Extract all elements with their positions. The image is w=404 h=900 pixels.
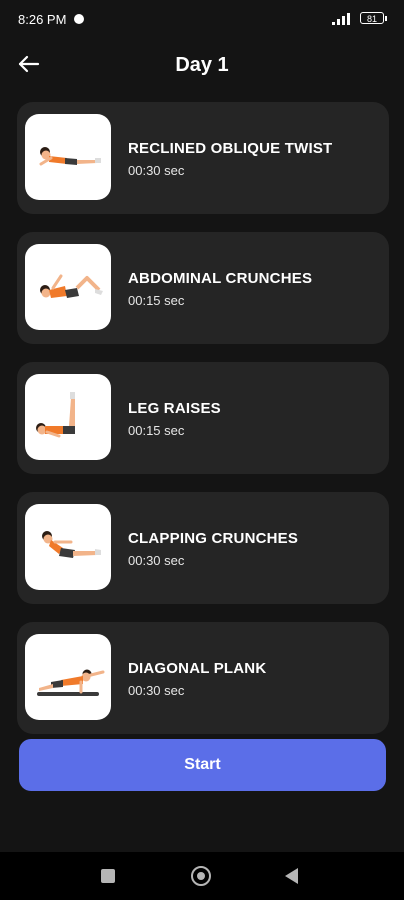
leg-raise-figure-icon: [36, 392, 75, 438]
reclined-twist-figure-icon: [39, 147, 101, 166]
exercise-duration: 00:30 sec: [128, 553, 185, 568]
exercise-thumbnail: [25, 634, 111, 720]
exercise-duration: 00:30 sec: [128, 163, 185, 178]
exercise-name: ABDOMINAL CRUNCHES: [128, 270, 313, 287]
status-time: 8:26 PM: [18, 12, 67, 27]
page-title: Day 1: [175, 54, 229, 76]
exercise-card[interactable]: ABDOMINAL CRUNCHES 00:15 sec: [17, 232, 389, 344]
exercise-card[interactable]: CLAPPING CRUNCHES 00:30 sec: [17, 492, 389, 604]
clapping-crunch-figure-icon: [42, 531, 101, 558]
exercise-name: RECLINED OBLIQUE TWIST: [128, 140, 333, 157]
exercise-card[interactable]: LEG RAISES 00:15 sec: [17, 362, 389, 474]
exercise-thumbnail: [25, 504, 111, 590]
crunch-figure-icon: [40, 274, 103, 298]
exercise-duration: 00:15 sec: [128, 293, 185, 308]
home-icon[interactable]: [191, 866, 211, 886]
exercise-thumbnail: [25, 114, 111, 200]
exercise-card[interactable]: DIAGONAL PLANK 00:30 sec: [17, 622, 389, 734]
diagonal-plank-figure-icon: [37, 669, 105, 696]
notification-icon: [74, 14, 84, 24]
exercise-thumbnail: [25, 244, 111, 330]
exercise-name: LEG RAISES: [128, 400, 221, 417]
battery-icon: 81: [360, 12, 387, 24]
status-bar: 8:26 PM 81: [0, 0, 404, 40]
header: Day 1: [0, 40, 404, 90]
system-nav-bar: [0, 852, 404, 900]
recent-apps-icon[interactable]: [101, 869, 115, 883]
exercise-duration: 00:15 sec: [128, 423, 185, 438]
back-triangle-icon[interactable]: [285, 868, 298, 884]
exercise-name: DIAGONAL PLANK: [128, 660, 267, 677]
exercise-name: CLAPPING CRUNCHES: [128, 530, 299, 547]
exercise-thumbnail: [25, 374, 111, 460]
signal-icon: [332, 13, 350, 25]
start-button[interactable]: Start: [19, 739, 386, 791]
exercise-duration: 00:30 sec: [128, 683, 185, 698]
exercise-card[interactable]: RECLINED OBLIQUE TWIST 00:30 sec: [17, 102, 389, 214]
